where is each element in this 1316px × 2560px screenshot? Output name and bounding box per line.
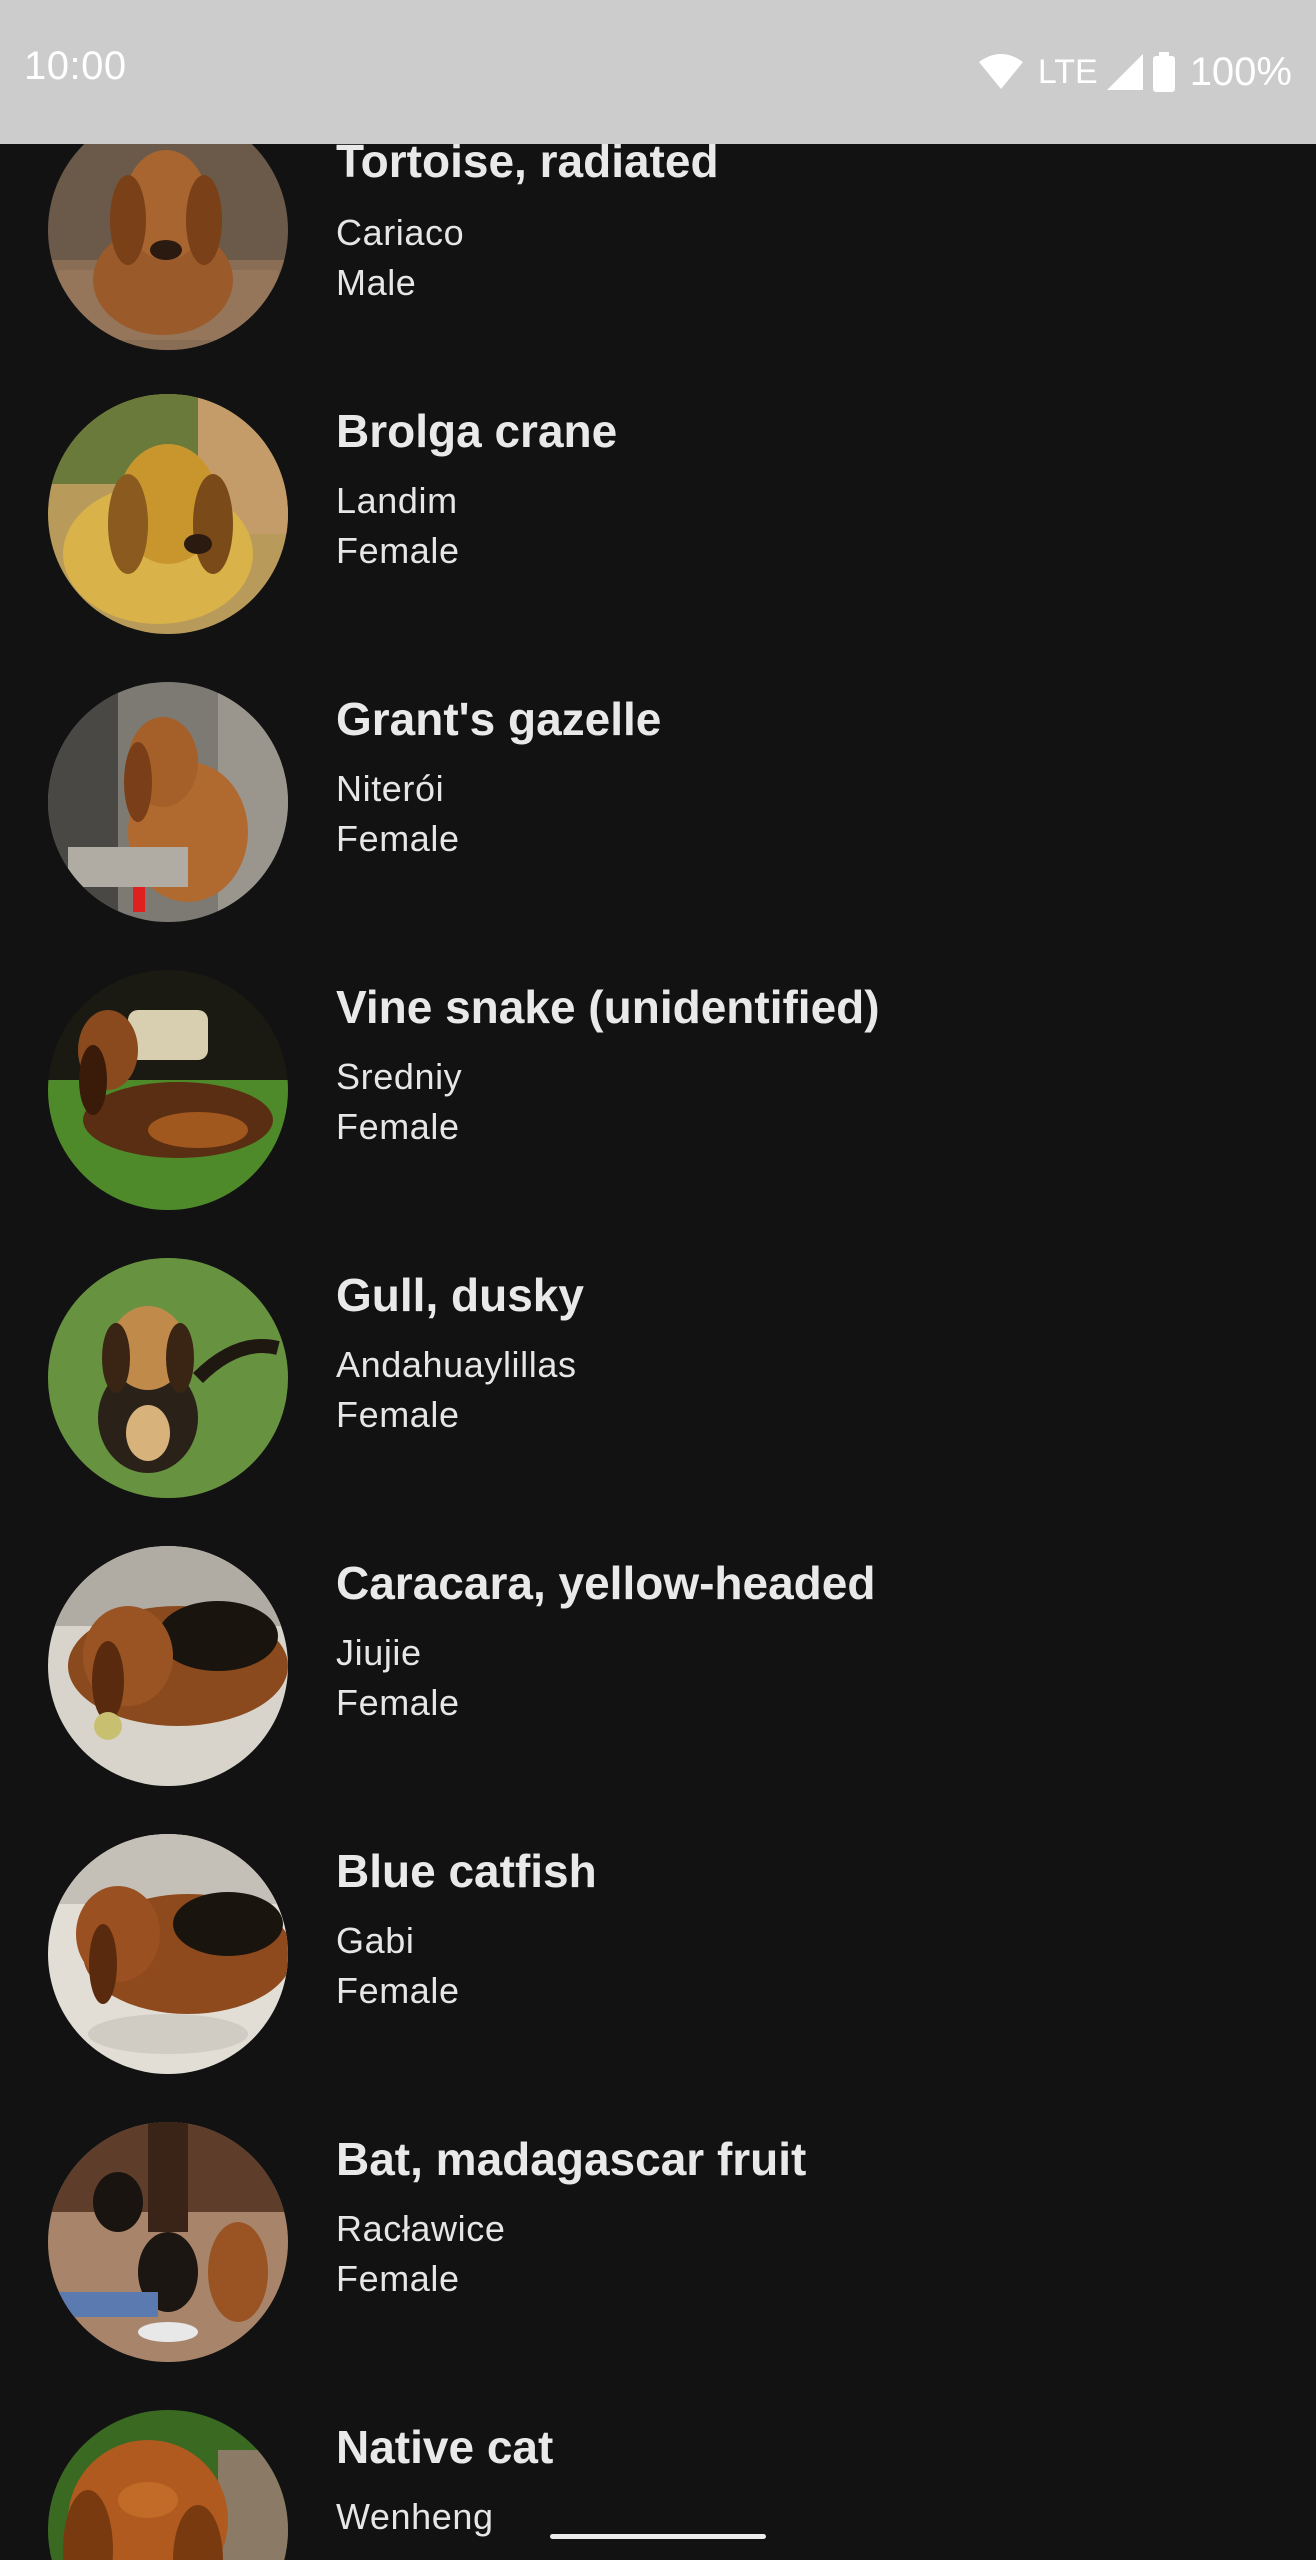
avatar	[48, 2122, 288, 2362]
animal-list: Tortoise, radiated Cariaco Male Brolga c…	[0, 0, 1316, 2560]
item-location: Jiujie	[336, 1632, 422, 1673]
network-type: LTE	[1037, 52, 1098, 91]
item-gender: Female	[336, 818, 460, 859]
item-name: Brolga crane	[336, 405, 618, 457]
status-time: 10:00	[24, 44, 127, 88]
list-item-1[interactable]: Brolga crane Landim Female	[0, 346, 1316, 634]
item-gender: Female	[336, 2258, 460, 2299]
avatar	[48, 682, 288, 922]
item-location: Andahuaylillas	[336, 1344, 577, 1385]
wifi-icon	[978, 54, 1024, 90]
list-item-8[interactable]: Native cat Wenheng	[0, 2362, 1316, 2560]
status-bar: 10:00 LTE 100%	[0, 0, 1316, 144]
item-name: Bat, madagascar fruit	[336, 2133, 807, 2185]
list-item-4[interactable]: Gull, dusky Andahuaylillas Female	[0, 1210, 1316, 1498]
item-location: Cariaco	[336, 212, 465, 253]
screen: 10:00 LTE 100% Tortoise, radiated Cariac…	[0, 0, 1316, 2560]
list-item-5[interactable]: Caracara, yellow-headed Jiujie Female	[0, 1498, 1316, 1786]
item-location: Gabi	[336, 1920, 415, 1961]
item-location: Racławice	[336, 2208, 506, 2249]
avatar	[48, 1834, 288, 2074]
list-item-6[interactable]: Blue catfish Gabi Female	[0, 1786, 1316, 2074]
signal-icon	[1106, 53, 1144, 91]
item-name: Caracara, yellow-headed	[336, 1557, 876, 1609]
item-gender: Female	[336, 1970, 460, 2011]
navigation-handle[interactable]	[550, 2534, 766, 2539]
avatar	[48, 1258, 288, 1498]
avatar	[48, 970, 288, 1210]
status-icons: LTE 100%	[978, 44, 1292, 100]
list-item-2[interactable]: Grant's gazelle Niterói Female	[0, 634, 1316, 922]
battery-icon	[1152, 52, 1176, 92]
item-gender: Female	[336, 1394, 460, 1435]
item-location: Niterói	[336, 768, 445, 809]
item-location: Wenheng	[336, 2496, 494, 2537]
item-gender: Female	[336, 1682, 460, 1723]
item-gender: Female	[336, 1106, 460, 1147]
list-item-7[interactable]: Bat, madagascar fruit Racławice Female	[0, 2074, 1316, 2362]
item-name: Gull, dusky	[336, 1269, 584, 1321]
item-gender: Male	[336, 262, 417, 303]
item-name: Grant's gazelle	[336, 693, 662, 745]
avatar	[48, 2410, 288, 2560]
item-location: Sredniy	[336, 1056, 463, 1097]
list-item-3[interactable]: Vine snake (unidentified) Sredniy Female	[0, 922, 1316, 1210]
item-name: Blue catfish	[336, 1845, 597, 1897]
avatar	[48, 394, 288, 634]
item-gender: Female	[336, 530, 460, 571]
item-name: Native cat	[336, 2421, 554, 2473]
avatar	[48, 1546, 288, 1786]
item-name: Vine snake (unidentified)	[336, 981, 880, 1033]
item-location: Landim	[336, 480, 458, 521]
battery-percent: 100%	[1189, 49, 1292, 94]
